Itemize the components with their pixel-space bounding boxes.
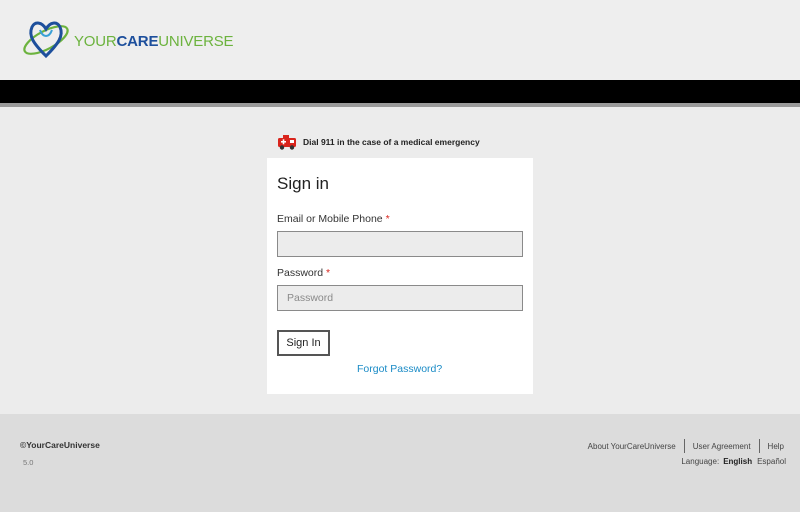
- password-field[interactable]: [277, 285, 523, 311]
- language-english[interactable]: English: [723, 457, 752, 466]
- brand-logo[interactable]: YOURCAREUNIVERSE: [20, 16, 234, 64]
- divider: [0, 103, 800, 107]
- nav-bar: [0, 80, 800, 103]
- brand-name-part2: CARE: [116, 32, 159, 50]
- signin-title: Sign in: [277, 174, 329, 193]
- footer-links: About YourCareUniverse User Agreement He…: [588, 439, 784, 453]
- email-field[interactable]: [277, 231, 523, 257]
- ambulance-icon: [278, 135, 296, 150]
- email-label-text: Email or Mobile Phone: [277, 213, 383, 225]
- footer-separator: [683, 439, 685, 453]
- signin-card: Sign in Email or Mobile Phone * Password…: [267, 158, 533, 394]
- user-agreement-link[interactable]: User Agreement: [693, 442, 751, 451]
- about-link[interactable]: About YourCareUniverse: [588, 442, 676, 451]
- language-selector: Language: English Español: [681, 457, 786, 466]
- password-required-mark: *: [326, 267, 331, 279]
- footer-separator: [758, 439, 760, 453]
- emergency-text: Dial 911 in the case of a medical emerge…: [303, 137, 480, 147]
- brand-name-part1: YOUR: [74, 32, 117, 50]
- forgot-password-link[interactable]: Forgot Password?: [357, 363, 442, 375]
- footer: ©YourCareUniverse 5.0 About YourCareUniv…: [0, 414, 800, 512]
- help-link[interactable]: Help: [768, 442, 784, 451]
- emergency-notice: Dial 911 in the case of a medical emerge…: [277, 133, 480, 151]
- password-label-text: Password: [277, 267, 324, 279]
- password-label: Password *: [277, 267, 330, 279]
- version: 5.0: [23, 458, 34, 467]
- brand-name-part3: UNIVERSE: [158, 32, 234, 50]
- yourcareuniverse-logo-icon: [23, 21, 69, 59]
- brand-name: YOURCAREUNIVERSE: [74, 32, 234, 50]
- email-required-mark: *: [385, 213, 390, 225]
- header: YOURCAREUNIVERSE: [0, 0, 800, 80]
- sign-in-button[interactable]: Sign In: [277, 330, 330, 356]
- language-espanol[interactable]: Español: [757, 457, 786, 466]
- language-label: Language:: [681, 457, 720, 466]
- copyright: ©YourCareUniverse: [20, 440, 100, 450]
- email-label: Email or Mobile Phone *: [277, 213, 390, 225]
